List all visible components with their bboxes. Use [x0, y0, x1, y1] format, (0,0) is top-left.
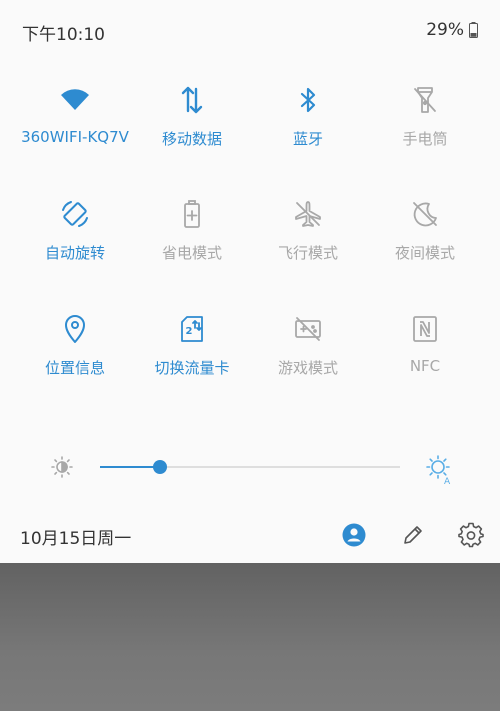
auto-rotate-icon [62, 201, 88, 227]
tile-bluetooth[interactable]: 蓝牙 [248, 84, 368, 174]
brightness-slider-thumb[interactable] [153, 460, 167, 474]
battery-saver-icon [184, 200, 200, 228]
sim-switch-icon: 2 [181, 316, 203, 342]
tile-location[interactable]: 位置信息 [15, 313, 135, 403]
nfc-icon [413, 316, 437, 342]
tile-label: 游戏模式 [277, 359, 338, 377]
svg-text:A: A [444, 477, 451, 485]
battery-icon [469, 22, 478, 38]
tile-nfc[interactable]: NFC [365, 313, 485, 403]
tile-label: 位置信息 [44, 359, 105, 377]
dimmed-background[interactable] [0, 563, 500, 711]
status-time: 下午10:10 [22, 25, 105, 45]
game-mode-icon [295, 317, 321, 341]
quick-settings-panel: 下午10:10 29% 360WIFI-KQ7V 移动数据 蓝牙 手电筒 自动旋… [0, 0, 500, 563]
tile-label: 手电筒 [402, 130, 448, 148]
tile-mobile-data[interactable]: 移动数据 [132, 84, 252, 174]
tile-label: 夜间模式 [394, 244, 455, 262]
brightness-fill [100, 466, 160, 468]
tile-battery-saver[interactable]: 省电模式 [132, 198, 252, 288]
wifi-icon [61, 89, 89, 110]
location-icon [65, 315, 85, 343]
tile-label: NFC [409, 357, 441, 375]
battery-percent: 29% [426, 20, 464, 40]
bluetooth-icon [300, 87, 316, 113]
flashlight-icon [414, 87, 436, 113]
settings-gear-icon[interactable] [458, 522, 484, 548]
auto-brightness-icon[interactable]: A [424, 453, 456, 485]
tile-label: 切换流量卡 [154, 359, 230, 377]
date-label: 10月15日周一 [20, 529, 132, 549]
user-account-icon[interactable] [341, 522, 367, 548]
tile-label: 360WIFI-KQ7V [21, 128, 129, 146]
tile-label: 蓝牙 [292, 130, 323, 148]
brightness-low-icon [51, 456, 73, 478]
tile-night-mode[interactable]: 夜间模式 [365, 198, 485, 288]
tile-flashlight[interactable]: 手电筒 [365, 84, 485, 174]
svg-text:2: 2 [186, 326, 193, 337]
battery-indicator: 29% [426, 20, 478, 40]
tile-sim-switch[interactable]: 2 切换流量卡 [132, 313, 252, 403]
brightness-control: A [0, 445, 500, 489]
tile-auto-rotate[interactable]: 自动旋转 [15, 198, 135, 288]
status-bar: 下午10:10 29% [0, 0, 500, 60]
tile-airplane-mode[interactable]: 飞行模式 [248, 198, 368, 288]
tile-label: 省电模式 [161, 244, 222, 262]
panel-footer: 10月15日周一 [0, 512, 500, 560]
night-mode-icon [413, 202, 437, 227]
airplane-icon [295, 201, 321, 227]
tile-label: 自动旋转 [44, 244, 105, 262]
tile-label: 飞行模式 [277, 244, 338, 262]
tile-label: 移动数据 [161, 130, 222, 148]
tile-wifi[interactable]: 360WIFI-KQ7V [15, 84, 135, 174]
tile-game-mode[interactable]: 游戏模式 [248, 313, 368, 403]
mobile-data-icon [181, 86, 203, 114]
edit-pencil-icon[interactable] [400, 522, 426, 548]
